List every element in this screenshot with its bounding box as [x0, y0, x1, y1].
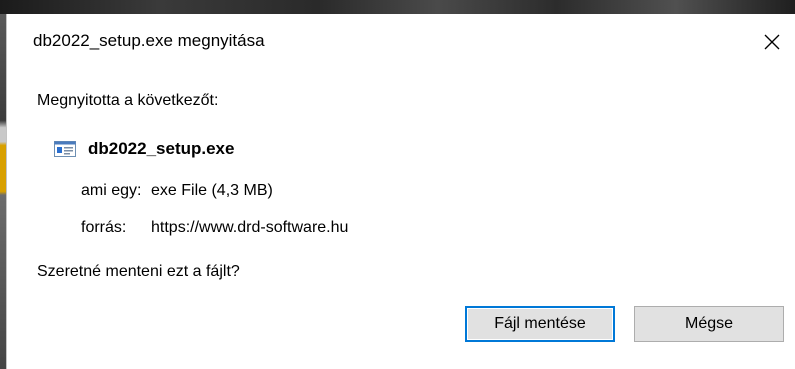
open-file-dialog: db2022_setup.exe megnyitása Megnyitotta … — [6, 14, 795, 369]
dialog-title: db2022_setup.exe megnyitása — [33, 31, 265, 50]
background-window-strip — [0, 0, 795, 14]
file-name: db2022_setup.exe — [88, 139, 235, 158]
save-question: Szeretné menteni ezt a fájlt? — [37, 263, 240, 280]
dialog-titlebar: db2022_setup.exe megnyitása — [7, 14, 795, 64]
exe-file-icon — [54, 141, 76, 157]
save-file-button[interactable]: Fájl mentése — [465, 306, 615, 342]
type-value: exe File (4,3 MB) — [151, 182, 273, 199]
close-button[interactable] — [749, 22, 795, 62]
cancel-button[interactable]: Mégse — [634, 306, 784, 342]
file-row: db2022_setup.exe — [54, 139, 234, 159]
close-icon — [764, 34, 780, 50]
type-label: ami egy: — [81, 182, 142, 199]
source-value: https://www.drd-software.hu — [151, 219, 349, 236]
intro-text: Megnyitotta a következőt: — [37, 92, 219, 109]
source-label: forrás: — [81, 219, 127, 236]
